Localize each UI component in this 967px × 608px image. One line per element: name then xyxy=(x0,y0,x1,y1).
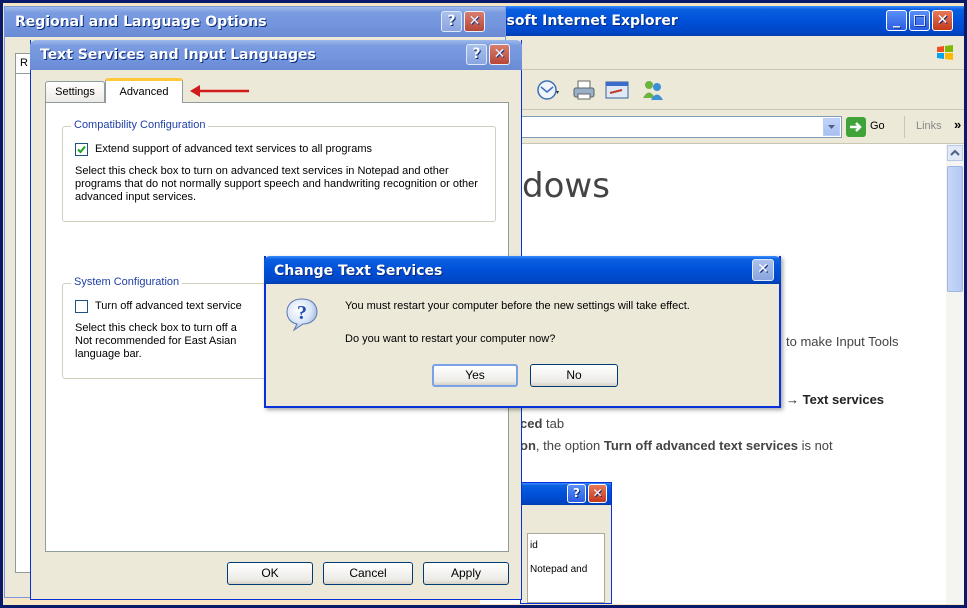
change-dialog-message-2: Do you want to restart your computer now… xyxy=(345,333,556,345)
content-line-3-bold: ced xyxy=(520,416,543,431)
address-bar[interactable] xyxy=(480,116,842,138)
compatibility-group-legend: Compatibility Configuration xyxy=(71,119,209,131)
close-button[interactable]: ✕ xyxy=(932,10,953,31)
ie-title-bar: rosoft Internet Explorer _ □ ✕ xyxy=(480,6,964,36)
bg-dialog-text-1: Notepad and xyxy=(530,564,588,575)
bg-dialog-title-bar: ? ✕ xyxy=(521,483,611,505)
go-label: Go xyxy=(870,120,885,132)
change-text-services-dialog: Change Text Services ✕ ? You must restar… xyxy=(264,256,781,408)
ie-address-row: Go Links » xyxy=(480,110,964,144)
turn-off-advanced-checkbox[interactable] xyxy=(75,300,88,313)
no-button[interactable]: No xyxy=(530,364,618,387)
content-line-4-rest2: is not xyxy=(797,438,833,453)
scroll-thumb[interactable] xyxy=(947,166,963,292)
links-separator xyxy=(904,116,905,138)
content-line-4: on, the option Turn off advanced text se… xyxy=(520,438,833,453)
content-line-3-rest: tab xyxy=(542,416,565,431)
content-line-4-rest1: , the option xyxy=(535,438,604,453)
close-button[interactable]: ✕ xyxy=(588,484,607,503)
svg-text:?: ? xyxy=(297,302,307,324)
help-button[interactable]: ? xyxy=(466,44,487,65)
regional-title-bar: Regional and Language Options ? ✕ xyxy=(5,7,505,37)
print-icon[interactable] xyxy=(572,79,596,101)
go-button[interactable]: Go xyxy=(846,116,896,138)
system-description-line-3: language bar. xyxy=(75,348,142,360)
compatibility-description: Select this check box to turn on advance… xyxy=(75,165,478,203)
ie-menu-strip xyxy=(480,36,964,70)
text-services-title-bar: Text Services and Input Languages ? ✕ xyxy=(30,40,522,70)
ie-scrollbar[interactable] xyxy=(946,144,964,604)
content-line-1: to make Input Tools xyxy=(786,334,899,349)
system-description-line-2: Not recommended for East Asian xyxy=(75,335,237,347)
edit-icon[interactable] xyxy=(604,79,630,101)
regional-title-text: Regional and Language Options xyxy=(15,14,267,30)
bg-dialog: ? ✕ id Notepad and xyxy=(520,482,612,604)
apply-button[interactable]: Apply xyxy=(423,562,509,585)
extend-support-checkbox[interactable] xyxy=(75,143,88,156)
screenshot-root: { "ie_window": { "title": "rosoft Intern… xyxy=(0,0,967,608)
messenger-icon[interactable] xyxy=(640,78,666,102)
links-label[interactable]: Links xyxy=(916,120,942,132)
ie-toolbar xyxy=(480,70,964,110)
tab-advanced-label: Advanced xyxy=(119,86,169,98)
text-services-title-text: Text Services and Input Languages xyxy=(40,47,316,63)
question-icon: ? xyxy=(284,296,320,332)
bg-dialog-panel: id Notepad and xyxy=(527,533,605,603)
red-arrow-annotation xyxy=(187,82,251,100)
system-description-line-1: Select this check box to turn off a xyxy=(75,322,237,334)
address-dropdown-button[interactable] xyxy=(823,118,840,136)
windows-logo-icon xyxy=(936,44,954,62)
help-button[interactable]: ? xyxy=(567,484,586,503)
help-button[interactable]: ? xyxy=(441,11,462,32)
links-chevron[interactable]: » xyxy=(954,117,961,132)
bg-dialog-text-2: id xyxy=(530,540,538,551)
close-button[interactable]: ✕ xyxy=(464,11,485,32)
content-line-3: ced tab xyxy=(520,416,564,431)
content-line-4-bold1: on xyxy=(520,438,536,453)
compatibility-group: Compatibility Configuration Extend suppo… xyxy=(62,119,496,222)
system-group-legend: System Configuration xyxy=(71,276,183,288)
ie-title-text: rosoft Internet Explorer xyxy=(490,13,678,29)
mail-icon[interactable] xyxy=(536,79,562,101)
tab-settings-label: Settings xyxy=(55,86,95,98)
go-arrow-icon xyxy=(846,117,866,137)
change-dialog-message-1: You must restart your computer before th… xyxy=(345,300,690,312)
tab-settings[interactable]: Settings xyxy=(45,81,105,102)
page-heading-fragment: dows xyxy=(522,166,610,206)
extend-support-label[interactable]: Extend support of advanced text services… xyxy=(95,143,372,156)
change-dialog-title-text: Change Text Services xyxy=(274,263,443,279)
content-line-4-bold2: Turn off advanced text services xyxy=(603,438,798,453)
minimize-button[interactable]: _ xyxy=(886,10,907,31)
scroll-up-arrow-icon[interactable] xyxy=(947,145,963,161)
turn-off-advanced-label[interactable]: Turn off advanced text service xyxy=(95,300,242,313)
maximize-button[interactable]: □ xyxy=(909,10,930,31)
tab-advanced[interactable]: Advanced xyxy=(105,78,183,103)
content-line-2: → Text services xyxy=(786,392,885,407)
regional-tab-label: R xyxy=(20,57,28,69)
close-button[interactable]: ✕ xyxy=(489,44,510,65)
change-dialog-title-bar: Change Text Services ✕ xyxy=(264,256,781,284)
ok-button[interactable]: OK xyxy=(227,562,313,585)
close-button[interactable]: ✕ xyxy=(752,259,774,281)
cancel-button[interactable]: Cancel xyxy=(323,562,413,585)
yes-button[interactable]: Yes xyxy=(432,364,518,387)
